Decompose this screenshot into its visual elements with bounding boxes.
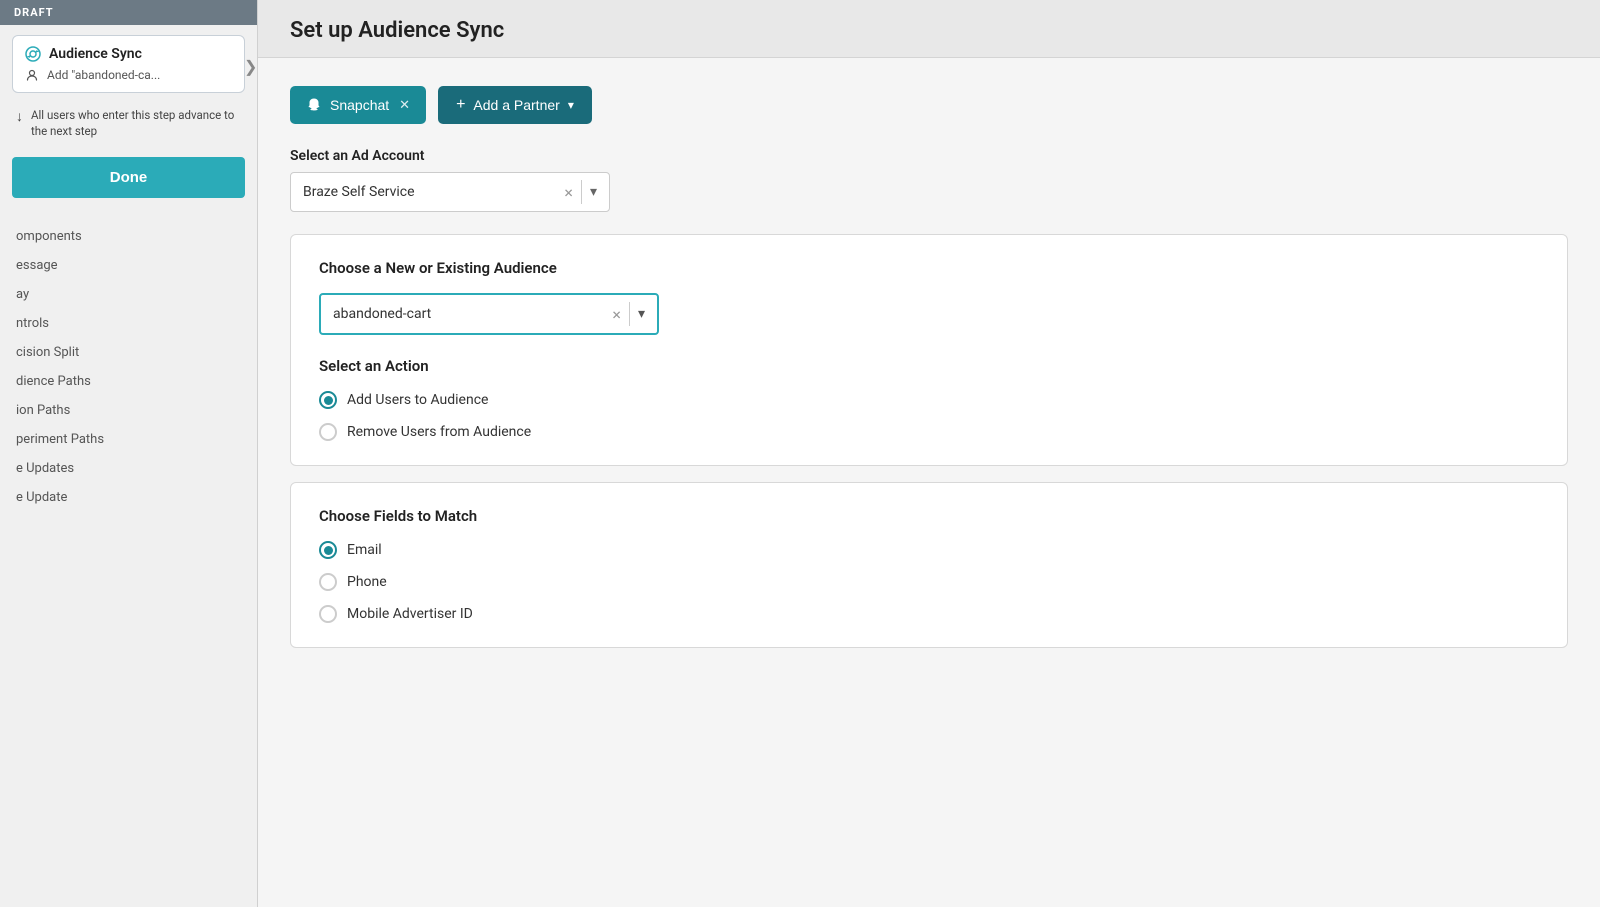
action-add-users[interactable]: Add Users to Audience bbox=[319, 391, 1539, 409]
field-phone-label: Phone bbox=[347, 574, 387, 590]
step-note-text: All users who enter this step advance to… bbox=[31, 107, 241, 139]
action-add-label: Add Users to Audience bbox=[347, 392, 488, 408]
nav-item-message[interactable]: essage bbox=[0, 251, 257, 280]
main-content: Set up Audience Sync Snapchat ✕ + Add a … bbox=[258, 0, 1600, 907]
nav-item-decision-split[interactable]: cision Split bbox=[0, 338, 257, 367]
ad-account-clear-icon[interactable]: × bbox=[564, 183, 573, 202]
nav-list: omponents essage ay ntrols cision Split … bbox=[0, 214, 257, 907]
action-panel-title: Select an Action bbox=[319, 357, 1539, 375]
snapchat-icon bbox=[306, 97, 322, 113]
audience-arrow-icon[interactable]: ▾ bbox=[638, 306, 645, 322]
nav-item-components[interactable]: omponents bbox=[0, 222, 257, 251]
nav-item-controls[interactable]: ntrols bbox=[0, 309, 257, 338]
ad-account-arrow-icon[interactable]: ▾ bbox=[590, 184, 597, 200]
audience-clear-icon[interactable]: × bbox=[612, 305, 621, 324]
action-add-radio[interactable] bbox=[319, 391, 337, 409]
dropdown-arrow-icon: ▾ bbox=[568, 98, 574, 112]
sidebar: DRAFT Audience Sync Add "abandoned-ca...… bbox=[0, 0, 258, 907]
field-email-label: Email bbox=[347, 542, 382, 558]
field-phone-radio[interactable] bbox=[319, 573, 337, 591]
audience-divider bbox=[629, 302, 630, 326]
main-body: Snapchat ✕ + Add a Partner ▾ Select an A… bbox=[258, 58, 1600, 692]
step-title-text: Audience Sync bbox=[49, 46, 142, 62]
audience-select[interactable]: abandoned-cart × ▾ bbox=[319, 293, 659, 335]
nav-item-experiment-paths[interactable]: periment Paths bbox=[0, 425, 257, 454]
audience-action-panel: Choose a New or Existing Audience abando… bbox=[290, 234, 1568, 466]
fields-panel-title: Choose Fields to Match bbox=[319, 507, 1539, 525]
step-title: Audience Sync bbox=[25, 46, 232, 62]
add-partner-label: Add a Partner bbox=[473, 97, 559, 113]
partner-row: Snapchat ✕ + Add a Partner ▾ bbox=[290, 86, 1568, 124]
audience-select-value: abandoned-cart bbox=[333, 306, 612, 322]
add-partner-button[interactable]: + Add a Partner ▾ bbox=[438, 86, 592, 124]
main-header: Set up Audience Sync bbox=[258, 0, 1600, 58]
select-divider bbox=[581, 180, 582, 204]
field-email-radio[interactable] bbox=[319, 541, 337, 559]
field-email[interactable]: Email bbox=[319, 541, 1539, 559]
step-subtitle-text: Add "abandoned-ca... bbox=[47, 68, 160, 82]
step-card[interactable]: Audience Sync Add "abandoned-ca... ❯ bbox=[12, 35, 245, 93]
fields-panel: Choose Fields to Match Email Phone Mobil… bbox=[290, 482, 1568, 648]
ad-account-select[interactable]: Braze Self Service × ▾ bbox=[290, 172, 610, 212]
ad-account-value: Braze Self Service bbox=[303, 184, 564, 200]
nav-item-audience-paths[interactable]: dience Paths bbox=[0, 367, 257, 396]
nav-item-action-paths[interactable]: ion Paths bbox=[0, 396, 257, 425]
snapchat-close-icon[interactable]: ✕ bbox=[399, 97, 410, 113]
audience-panel-title: Choose a New or Existing Audience bbox=[319, 259, 1539, 277]
field-phone[interactable]: Phone bbox=[319, 573, 1539, 591]
ad-account-label: Select an Ad Account bbox=[290, 148, 1568, 164]
draft-badge: DRAFT bbox=[0, 0, 257, 25]
step-subtitle: Add "abandoned-ca... bbox=[25, 68, 232, 82]
nav-item-delay[interactable]: ay bbox=[0, 280, 257, 309]
nav-item-live-update[interactable]: e Update bbox=[0, 483, 257, 512]
sync-icon bbox=[25, 46, 41, 62]
arrow-down-icon: ↓ bbox=[16, 108, 23, 128]
action-remove-users[interactable]: Remove Users from Audience bbox=[319, 423, 1539, 441]
snapchat-label: Snapchat bbox=[330, 97, 389, 113]
action-remove-label: Remove Users from Audience bbox=[347, 424, 531, 440]
field-mobile-label: Mobile Advertiser ID bbox=[347, 606, 473, 622]
nav-item-feature-updates[interactable]: e Updates bbox=[0, 454, 257, 483]
page-title: Set up Audience Sync bbox=[290, 18, 1568, 43]
snapchat-button[interactable]: Snapchat ✕ bbox=[290, 86, 426, 124]
step-chevron: ❯ bbox=[244, 57, 258, 71]
plus-icon: + bbox=[456, 96, 465, 114]
step-note: ↓ All users who enter this step advance … bbox=[0, 97, 257, 143]
action-remove-radio[interactable] bbox=[319, 423, 337, 441]
field-mobile-radio[interactable] bbox=[319, 605, 337, 623]
person-icon bbox=[25, 68, 39, 82]
action-radio-group: Add Users to Audience Remove Users from … bbox=[319, 391, 1539, 441]
done-button[interactable]: Done bbox=[12, 157, 245, 198]
fields-radio-group: Email Phone Mobile Advertiser ID bbox=[319, 541, 1539, 623]
field-mobile-advertiser-id[interactable]: Mobile Advertiser ID bbox=[319, 605, 1539, 623]
